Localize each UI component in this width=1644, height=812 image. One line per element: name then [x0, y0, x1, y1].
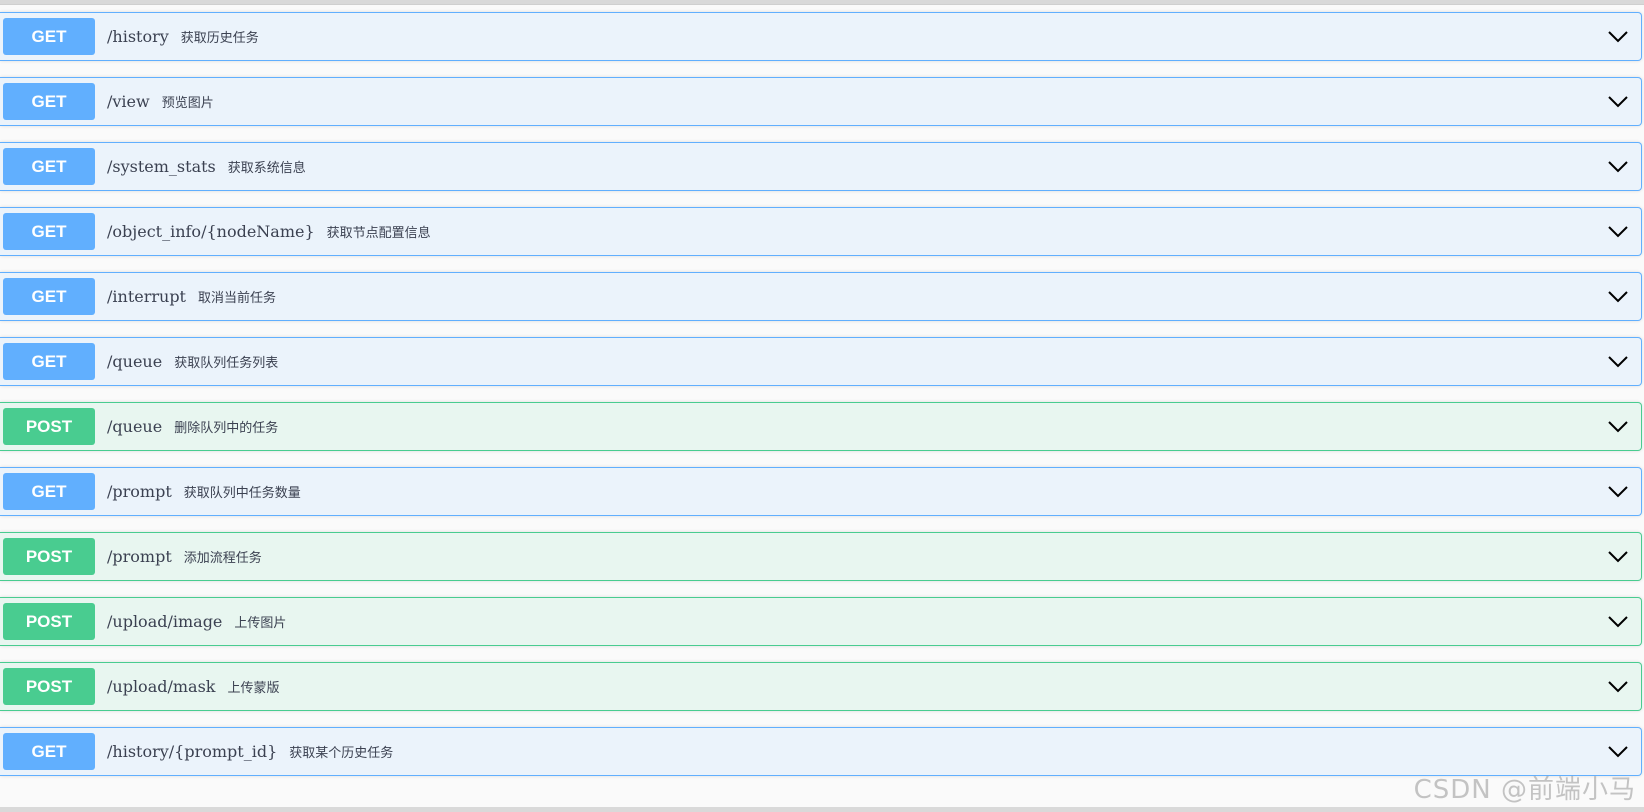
- chevron-down-icon[interactable]: [1607, 546, 1629, 568]
- chevron-down-icon[interactable]: [1607, 26, 1629, 48]
- chevron-down-icon[interactable]: [1607, 416, 1629, 438]
- method-badge: GET: [3, 83, 95, 120]
- operation-path: /object_info/{nodeName}: [107, 222, 315, 241]
- operation-get-history-by-id[interactable]: GET /history/{prompt_id} 获取某个历史任务: [0, 727, 1642, 776]
- operation-summary: 取消当前任务: [197, 291, 276, 306]
- operation-path: /upload/image: [107, 612, 223, 631]
- operation-path: /queue: [107, 352, 163, 371]
- operation-get-object-info[interactable]: GET /object_info/{nodeName} 获取节点配置信息: [0, 207, 1642, 256]
- method-badge: GET: [3, 148, 95, 185]
- operation-get-system-stats[interactable]: GET /system_stats 获取系统信息: [0, 142, 1642, 191]
- operation-post-upload-mask[interactable]: POST /upload/mask 上传蒙版: [0, 662, 1642, 711]
- operation-path: /interrupt: [107, 287, 186, 306]
- method-badge: GET: [3, 278, 95, 315]
- operation-get-queue[interactable]: GET /queue 获取队列任务列表: [0, 337, 1642, 386]
- operation-post-upload-image[interactable]: POST /upload/image 上传图片: [0, 597, 1642, 646]
- operation-path: /upload/mask: [107, 677, 216, 696]
- operation-get-view[interactable]: GET /view 预览图片: [0, 77, 1642, 126]
- chevron-down-icon[interactable]: [1607, 91, 1629, 113]
- operation-get-prompt[interactable]: GET /prompt 获取队列中任务数量: [0, 467, 1642, 516]
- operation-summary: 获取系统信息: [227, 161, 306, 176]
- operation-get-history[interactable]: GET /history 获取历史任务: [0, 12, 1642, 61]
- operation-summary: 获取历史任务: [180, 31, 259, 46]
- method-badge: GET: [3, 473, 95, 510]
- method-badge: GET: [3, 733, 95, 770]
- operation-summary: 获取队列中任务数量: [183, 486, 301, 501]
- method-badge: POST: [3, 668, 95, 705]
- chevron-down-icon[interactable]: [1607, 156, 1629, 178]
- method-badge: POST: [3, 408, 95, 445]
- method-badge: POST: [3, 538, 95, 575]
- operation-path: /prompt: [107, 482, 172, 501]
- chevron-down-icon[interactable]: [1607, 351, 1629, 373]
- top-divider: [0, 0, 1644, 5]
- operation-summary: 预览图片: [161, 96, 214, 111]
- operation-path: /history/{prompt_id}: [107, 742, 278, 761]
- operation-path: /history: [107, 27, 169, 46]
- operation-summary: 上传图片: [234, 616, 287, 631]
- method-badge: POST: [3, 603, 95, 640]
- operation-summary: 添加流程任务: [183, 551, 262, 566]
- operations-list: GET /history 获取历史任务 GET /view 预览图片 GET /…: [0, 12, 1642, 792]
- chevron-down-icon[interactable]: [1607, 611, 1629, 633]
- operation-get-interrupt[interactable]: GET /interrupt 取消当前任务: [0, 272, 1642, 321]
- method-badge: GET: [3, 343, 95, 380]
- chevron-down-icon[interactable]: [1607, 286, 1629, 308]
- operation-path: /prompt: [107, 547, 172, 566]
- operation-path: /system_stats: [107, 157, 216, 176]
- chevron-down-icon[interactable]: [1607, 481, 1629, 503]
- operation-post-prompt[interactable]: POST /prompt 添加流程任务: [0, 532, 1642, 581]
- operation-path: /queue: [107, 417, 163, 436]
- chevron-down-icon[interactable]: [1607, 221, 1629, 243]
- operation-summary: 获取队列任务列表: [174, 356, 279, 371]
- chevron-down-icon[interactable]: [1607, 741, 1629, 763]
- operation-path: /view: [107, 92, 150, 111]
- operation-summary: 上传蒙版: [227, 681, 280, 696]
- operation-post-queue[interactable]: POST /queue 删除队列中的任务: [0, 402, 1642, 451]
- operation-summary: 获取节点配置信息: [326, 226, 431, 241]
- method-badge: GET: [3, 213, 95, 250]
- method-badge: GET: [3, 18, 95, 55]
- chevron-down-icon[interactable]: [1607, 676, 1629, 698]
- operation-summary: 删除队列中的任务: [174, 421, 279, 436]
- operation-summary: 获取某个历史任务: [289, 746, 394, 761]
- bottom-divider: [0, 807, 1644, 812]
